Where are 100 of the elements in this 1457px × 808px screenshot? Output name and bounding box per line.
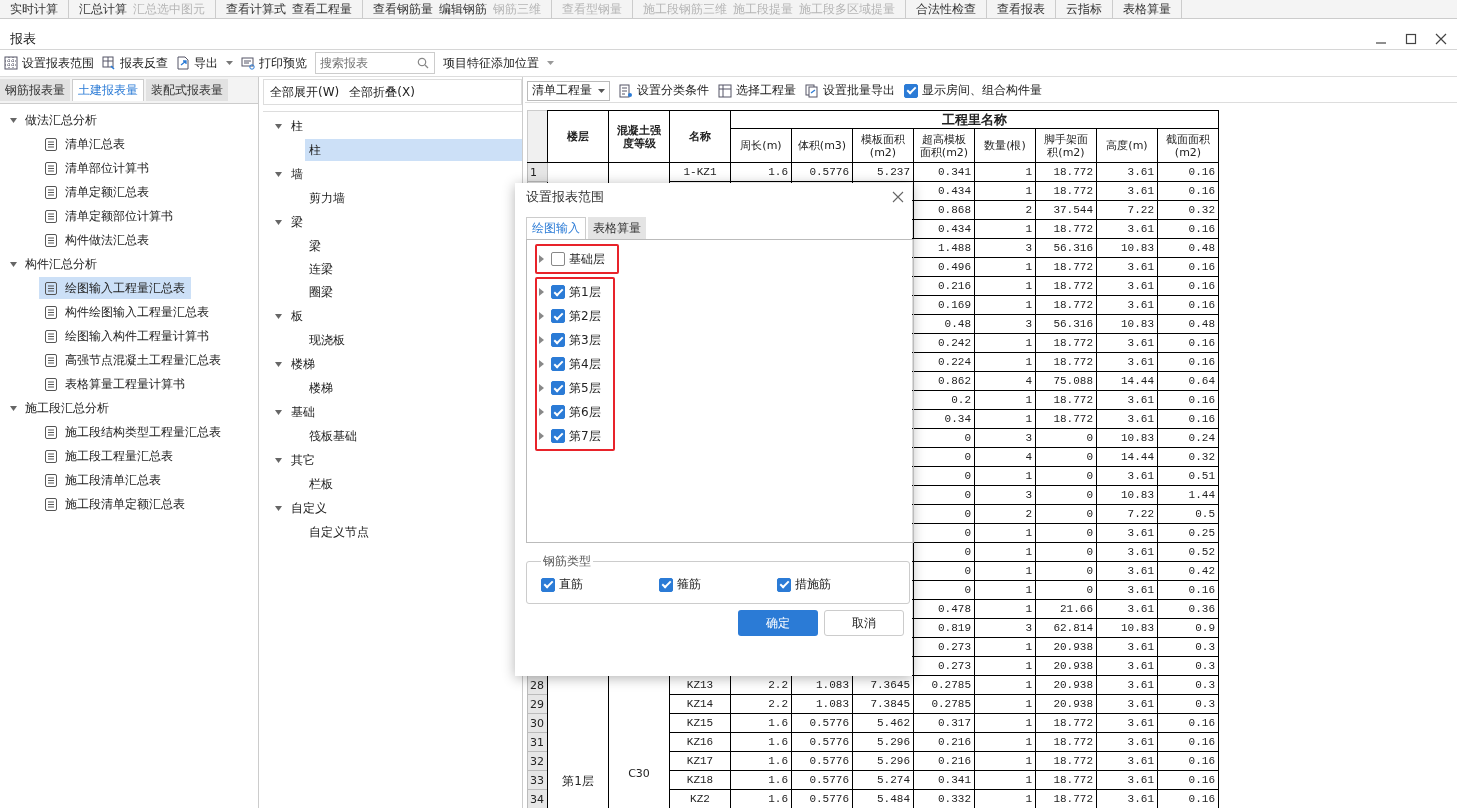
checkbox-label[interactable]: 第2层 [569, 307, 601, 325]
checkbox[interactable] [659, 577, 673, 592]
select-quantity-button[interactable]: 选择工程量 [718, 80, 796, 101]
expand-icon[interactable] [9, 259, 18, 269]
report-item[interactable]: 清单定额部位计算书 [39, 205, 179, 227]
checkbox-label[interactable]: 基础层 [569, 250, 605, 268]
report-tab[interactable]: 土建报表量 [72, 79, 144, 101]
close-icon[interactable] [1435, 33, 1447, 45]
reverse-lookup-button[interactable]: 报表反查 [102, 53, 168, 73]
report-item[interactable]: 绘图输入构件工程量计算书 [39, 325, 215, 347]
set-range-button[interactable]: 设置报表范围 [4, 53, 94, 73]
checkbox-label[interactable]: 箍筋 [677, 576, 701, 593]
expand-icon[interactable] [9, 403, 18, 413]
cancel-button[interactable]: 取消 [824, 610, 904, 636]
close-icon[interactable] [892, 191, 904, 203]
ribbon-button[interactable]: 查看报表 [997, 2, 1045, 16]
checkbox[interactable] [551, 405, 565, 419]
checkbox[interactable] [904, 83, 918, 98]
tree-group[interactable]: 楼梯 [291, 355, 315, 373]
ribbon-button[interactable]: 合法性检查 [916, 2, 976, 16]
checkbox-label[interactable]: 措施筋 [795, 576, 831, 593]
export-button[interactable]: 导出 [176, 53, 233, 73]
expand-icon[interactable] [539, 312, 544, 320]
checkbox-label[interactable]: 第5层 [569, 379, 601, 397]
expand-icon[interactable] [274, 503, 283, 513]
checkbox[interactable] [551, 429, 565, 443]
report-item[interactable]: 表格算量工程量计算书 [39, 373, 191, 395]
expand-icon[interactable] [539, 360, 544, 368]
report-item[interactable]: 构件做法汇总表 [39, 229, 155, 251]
expand-all-button[interactable]: 全部展开(W) [270, 82, 340, 102]
expand-icon[interactable] [539, 255, 544, 263]
report-item[interactable]: 施工段结构类型工程量汇总表 [39, 421, 227, 443]
set-classification-button[interactable]: 设置分类条件 [619, 80, 709, 101]
checkbox[interactable] [551, 309, 565, 323]
checkbox-label[interactable]: 第7层 [569, 427, 601, 445]
expand-icon[interactable] [539, 288, 544, 296]
report-tab[interactable]: 钢筋报表量 [0, 79, 70, 101]
expand-icon[interactable] [274, 311, 283, 321]
ribbon-button[interactable]: 查看钢筋量 [373, 2, 433, 16]
ribbon-button[interactable]: 实时计算 [10, 2, 58, 16]
checkbox-label[interactable]: 第6层 [569, 403, 601, 421]
report-item[interactable]: 清单部位计算书 [39, 157, 155, 179]
component-item[interactable]: 柱 [305, 139, 522, 161]
feature-position-dropdown[interactable]: 项目特征添加位置 [443, 53, 554, 73]
ribbon-button[interactable]: 查看工程量 [292, 2, 352, 16]
expand-icon[interactable] [274, 455, 283, 465]
expand-icon[interactable] [539, 336, 544, 344]
report-item[interactable]: 清单定额汇总表 [39, 181, 155, 203]
expand-icon[interactable] [274, 169, 283, 179]
ribbon-button[interactable]: 编辑钢筋 [439, 2, 487, 16]
checkbox-label[interactable]: 显示房间、组合构件量 [922, 82, 1042, 99]
report-tab[interactable]: 装配式报表量 [146, 79, 228, 101]
expand-icon[interactable] [9, 115, 18, 125]
confirm-button[interactable]: 确定 [738, 610, 818, 636]
tree-group[interactable]: 柱 [291, 117, 303, 135]
dialog-tab[interactable]: 绘图输入 [526, 217, 586, 239]
tree-group[interactable]: 梁 [291, 213, 303, 231]
tree-group[interactable]: 做法汇总分析 [25, 111, 97, 129]
expand-icon[interactable] [539, 384, 544, 392]
checkbox-label[interactable]: 第1层 [569, 283, 601, 301]
tree-group[interactable]: 基础 [291, 403, 315, 421]
maximize-icon[interactable] [1405, 33, 1417, 45]
report-item[interactable]: 构件绘图输入工程量汇总表 [39, 301, 215, 323]
ribbon-button[interactable]: 查看计算式 [226, 2, 286, 16]
tree-group[interactable]: 墙 [291, 165, 303, 183]
expand-icon[interactable] [274, 217, 283, 227]
report-item[interactable]: 施工段清单定额汇总表 [39, 493, 191, 515]
checkbox[interactable] [551, 381, 565, 395]
tree-group[interactable]: 施工段汇总分析 [25, 399, 109, 417]
ribbon-button[interactable]: 云指标 [1066, 2, 1102, 16]
quantity-type-dropdown[interactable]: 清单工程量 [527, 80, 610, 101]
report-item[interactable]: 施工段清单汇总表 [39, 469, 167, 491]
checkbox[interactable] [541, 577, 555, 592]
expand-icon[interactable] [539, 432, 544, 440]
tree-group[interactable]: 构件汇总分析 [25, 255, 97, 273]
report-item[interactable]: 绘图输入工程量汇总表 [39, 277, 191, 299]
search-field[interactable]: 搜索报表 [315, 52, 435, 74]
batch-export-button[interactable]: 设置批量导出 [805, 80, 895, 101]
search-icon[interactable] [417, 57, 429, 69]
checkbox[interactable] [551, 252, 565, 266]
expand-icon[interactable] [274, 407, 283, 417]
collapse-all-button[interactable]: 全部折叠(X) [349, 82, 415, 102]
expand-icon[interactable] [539, 408, 544, 416]
expand-icon[interactable] [274, 359, 283, 369]
ribbon-button[interactable]: 汇总计算 [79, 2, 127, 16]
ribbon-button[interactable]: 表格算量 [1123, 2, 1171, 16]
checkbox[interactable] [551, 333, 565, 347]
checkbox[interactable] [551, 357, 565, 371]
tree-group[interactable]: 其它 [291, 451, 315, 469]
checkbox-label[interactable]: 第4层 [569, 355, 601, 373]
tree-group[interactable]: 板 [291, 307, 303, 325]
tree-group[interactable]: 自定义 [291, 499, 327, 517]
expand-icon[interactable] [274, 121, 283, 131]
checkbox-label[interactable]: 直筋 [559, 576, 583, 593]
checkbox-label[interactable]: 第3层 [569, 331, 601, 349]
print-preview-button[interactable]: 打印预览 [241, 53, 307, 73]
dialog-tab[interactable]: 表格算量 [588, 217, 646, 239]
report-item[interactable]: 高强节点混凝土工程量汇总表 [39, 349, 227, 371]
report-item[interactable]: 施工段工程量汇总表 [39, 445, 179, 467]
checkbox[interactable] [777, 577, 791, 592]
